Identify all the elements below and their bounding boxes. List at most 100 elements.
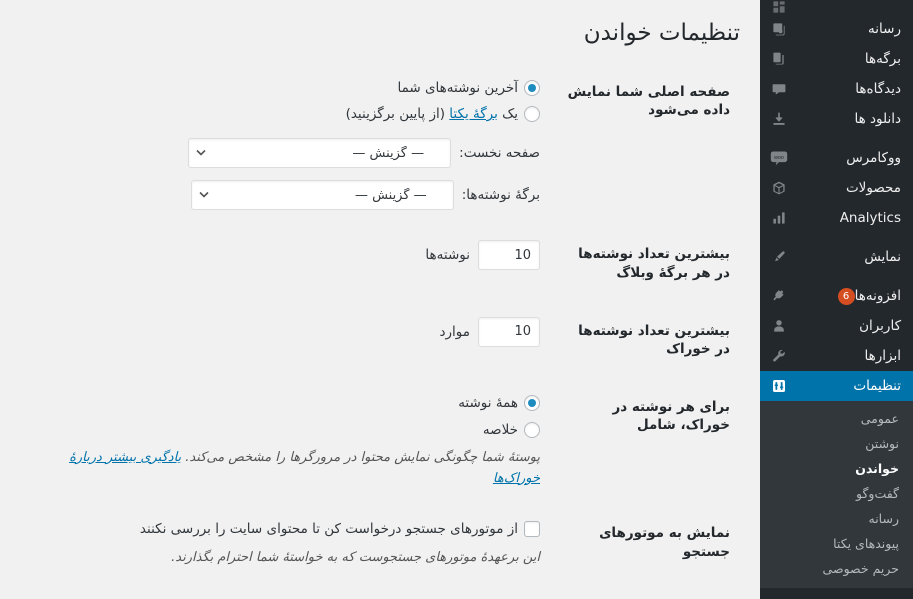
dashboard-icon: [768, 0, 790, 14]
settings-icon: [768, 375, 790, 397]
sidebar-separator: [760, 233, 913, 242]
field-search-visibility: از موتورهای جستجو درخواست کن تا محتوای س…: [20, 504, 550, 583]
posts-per-page-input[interactable]: [478, 240, 540, 271]
sidebar-item-comments[interactable]: دیدگاه‌ها: [760, 74, 913, 104]
option-summary[interactable]: خلاصه: [20, 420, 540, 440]
static-page-prefix: یک: [497, 106, 518, 123]
homepage-select[interactable]: — گزینش —: [188, 138, 452, 169]
label-latest-posts[interactable]: آخرین نوشته‌های شما: [397, 78, 518, 98]
label-discourage-search[interactable]: از موتورهای جستجو درخواست کن تا محتوای س…: [140, 519, 518, 539]
field-posts-per-page: نوشته‌ها: [20, 225, 550, 301]
submenu-item-link[interactable]: عمومی: [760, 406, 913, 431]
reading-settings-form: صفحه اصلی شما نمایش داده می‌شود آخرین نو…: [20, 63, 740, 584]
row-posts-per-rss: بیشترین تعداد نوشته‌ها در خوراک موارد: [20, 302, 740, 378]
tools-icon: [768, 345, 790, 367]
label-search-visibility: نمایش به موتورهای جستجو: [599, 525, 730, 560]
option-full-text[interactable]: همهٔ نوشته: [20, 393, 540, 413]
admin-sidebar: رسانه برگه‌ها دیدگاه‌ها دانلود ها ووکامرس woo…: [760, 0, 913, 599]
radio-full-text[interactable]: [524, 395, 540, 412]
search-visibility-description: این برعهدهٔ موتورهای جستجوست که به خواست…: [171, 549, 540, 565]
main-content: تنظیمات خواندن صفحه اصلی شما نمایش داده …: [0, 0, 760, 599]
postspage-select-row: برگهٔ نوشته‌ها: — گزینش —: [20, 180, 540, 211]
pages-icon: [768, 48, 790, 70]
submenu-item-link[interactable]: پیوندهای یکتا: [760, 531, 913, 556]
postspage-select[interactable]: — گزینش —: [190, 180, 454, 211]
sidebar-item-settings[interactable]: تنظیمات: [760, 371, 913, 401]
sidebar-item-label: محصولات: [845, 180, 901, 196]
radio-summary[interactable]: [524, 421, 540, 438]
submenu-item-link[interactable]: حریم خصوصی: [760, 556, 913, 581]
rss-excerpt-description: پوستهٔ شما چگونگی نمایش محتوا در مرورگره…: [20, 448, 540, 490]
field-posts-per-rss: موارد: [20, 302, 550, 378]
homepage-select-wrap[interactable]: — گزینش —: [188, 138, 452, 169]
sidebar-item-partial-cutoff[interactable]: [760, 0, 913, 14]
field-rss-excerpt: همهٔ نوشته خلاصه پوستهٔ شما چگونگی نمایش…: [20, 378, 550, 504]
sidebar-submenu-settings: عمومی نوشتن خواندن گفت‌وگو رسانه پیوندهای یکت…: [760, 401, 913, 588]
sidebar-item-plugins[interactable]: افزونه‌ها6: [760, 281, 913, 311]
postspage-select-wrap[interactable]: — گزینش —: [190, 180, 454, 211]
label-full-text[interactable]: همهٔ نوشته: [458, 393, 518, 413]
sidebar-item-label: ووکامرس: [846, 150, 901, 166]
plugins-icon: [768, 285, 790, 307]
sidebar-item-label: ابزارها: [864, 348, 901, 364]
row-front-page-displays: صفحه اصلی شما نمایش داده می‌شود آخرین نو…: [20, 63, 740, 226]
radio-latest-posts[interactable]: [524, 80, 540, 97]
sidebar-item-label: دانلود ها: [854, 111, 902, 127]
sidebar-item-label: کاربران: [859, 318, 901, 334]
submenu-item-link[interactable]: نوشتن: [760, 431, 913, 456]
media-icon: [768, 18, 790, 40]
submit-area: ذخیرهٔ تغییرات: [20, 583, 740, 599]
homepage-select-row: صفحه نخست: — گزینش —: [20, 138, 540, 169]
option-static-page[interactable]: یک برگهٔ یکتا (از پایین برگزینید): [20, 104, 540, 124]
sidebar-item-products[interactable]: محصولات: [760, 173, 913, 203]
settings-wrap: تنظیمات خواندن صفحه اصلی شما نمایش داده …: [0, 0, 760, 599]
sidebar-item-media[interactable]: رسانه: [760, 14, 913, 44]
svg-text:woo: woo: [774, 155, 784, 161]
sidebar-item-tools[interactable]: ابزارها: [760, 341, 913, 371]
label-postspage-select: برگهٔ نوشته‌ها:: [461, 187, 540, 204]
sidebar-item-users[interactable]: کاربران: [760, 311, 913, 341]
sidebar-item-label: Analytics: [839, 210, 901, 226]
sidebar-item-label: نمایش: [864, 249, 901, 265]
label-summary[interactable]: خلاصه: [483, 420, 518, 440]
static-page-suffix: (از پایین برگزینید): [345, 106, 450, 123]
label-front-page-displays: صفحه اصلی شما نمایش داده می‌شود: [567, 83, 730, 119]
submenu-item-link[interactable]: رسانه: [760, 506, 913, 531]
row-search-visibility: نمایش به موتورهای جستجو از موتورهای جستج…: [20, 504, 740, 583]
static-page-link[interactable]: برگهٔ یکتا: [449, 106, 498, 122]
label-rss-excerpt: برای هر نوشته در خوراک، شامل: [612, 399, 730, 434]
radio-static-page[interactable]: [524, 106, 540, 123]
sidebar-separator: [760, 272, 913, 281]
row-rss-excerpt: برای هر نوشته در خوراک، شامل همهٔ نوشته …: [20, 378, 740, 504]
sidebar-separator: [760, 134, 913, 143]
sidebar-item-label: افزونه‌ها6: [794, 281, 903, 311]
label-posts-per-rss: بیشترین تعداد نوشته‌ها در خوراک: [578, 322, 730, 358]
option-discourage-search[interactable]: از موتورهای جستجو درخواست کن تا محتوای س…: [20, 519, 540, 539]
label-static-page[interactable]: یک برگهٔ یکتا (از پایین برگزینید): [346, 104, 518, 124]
sidebar-item-label: رسانه: [868, 21, 901, 37]
analytics-icon: [768, 207, 790, 229]
admin-screen: رسانه برگه‌ها دیدگاه‌ها دانلود ها ووکامرس woo…: [0, 0, 913, 599]
label-posts-per-page: بیشترین تعداد نوشته‌ها در هر برگهٔ وبلاگ: [578, 246, 730, 281]
rss-description-text: پوستهٔ شما چگونگی نمایش محتوا در مرورگره…: [181, 449, 540, 465]
posts-per-page-unit: نوشته‌ها: [425, 247, 470, 264]
sidebar-item-label: دیدگاه‌ها: [855, 81, 901, 97]
checkbox-discourage-search[interactable]: [524, 521, 540, 538]
plugins-update-badge: 6: [837, 287, 855, 305]
submenu-item-current[interactable]: خواندن: [760, 456, 913, 481]
products-icon: [768, 177, 790, 199]
sidebar-item-analytics[interactable]: Analytics: [760, 203, 913, 233]
sidebar-item-pages[interactable]: برگه‌ها: [760, 44, 913, 74]
posts-per-rss-row: موارد: [20, 316, 540, 347]
sidebar-item-appearance[interactable]: نمایش: [760, 242, 913, 272]
label-homepage-select: صفحه نخست:: [459, 145, 540, 162]
option-latest-posts[interactable]: آخرین نوشته‌های شما: [20, 78, 540, 98]
sidebar-item-woocommerce[interactable]: ووکامرس woo: [760, 143, 913, 173]
row-posts-per-page: بیشترین تعداد نوشته‌ها در هر برگهٔ وبلاگ…: [20, 225, 740, 301]
comments-icon: [768, 78, 790, 100]
users-icon: [768, 315, 790, 337]
posts-per-rss-input[interactable]: [478, 316, 540, 347]
appearance-icon: [768, 246, 790, 268]
submenu-item-link[interactable]: گفت‌وگو: [760, 481, 913, 506]
sidebar-item-downloads[interactable]: دانلود ها: [760, 104, 913, 134]
